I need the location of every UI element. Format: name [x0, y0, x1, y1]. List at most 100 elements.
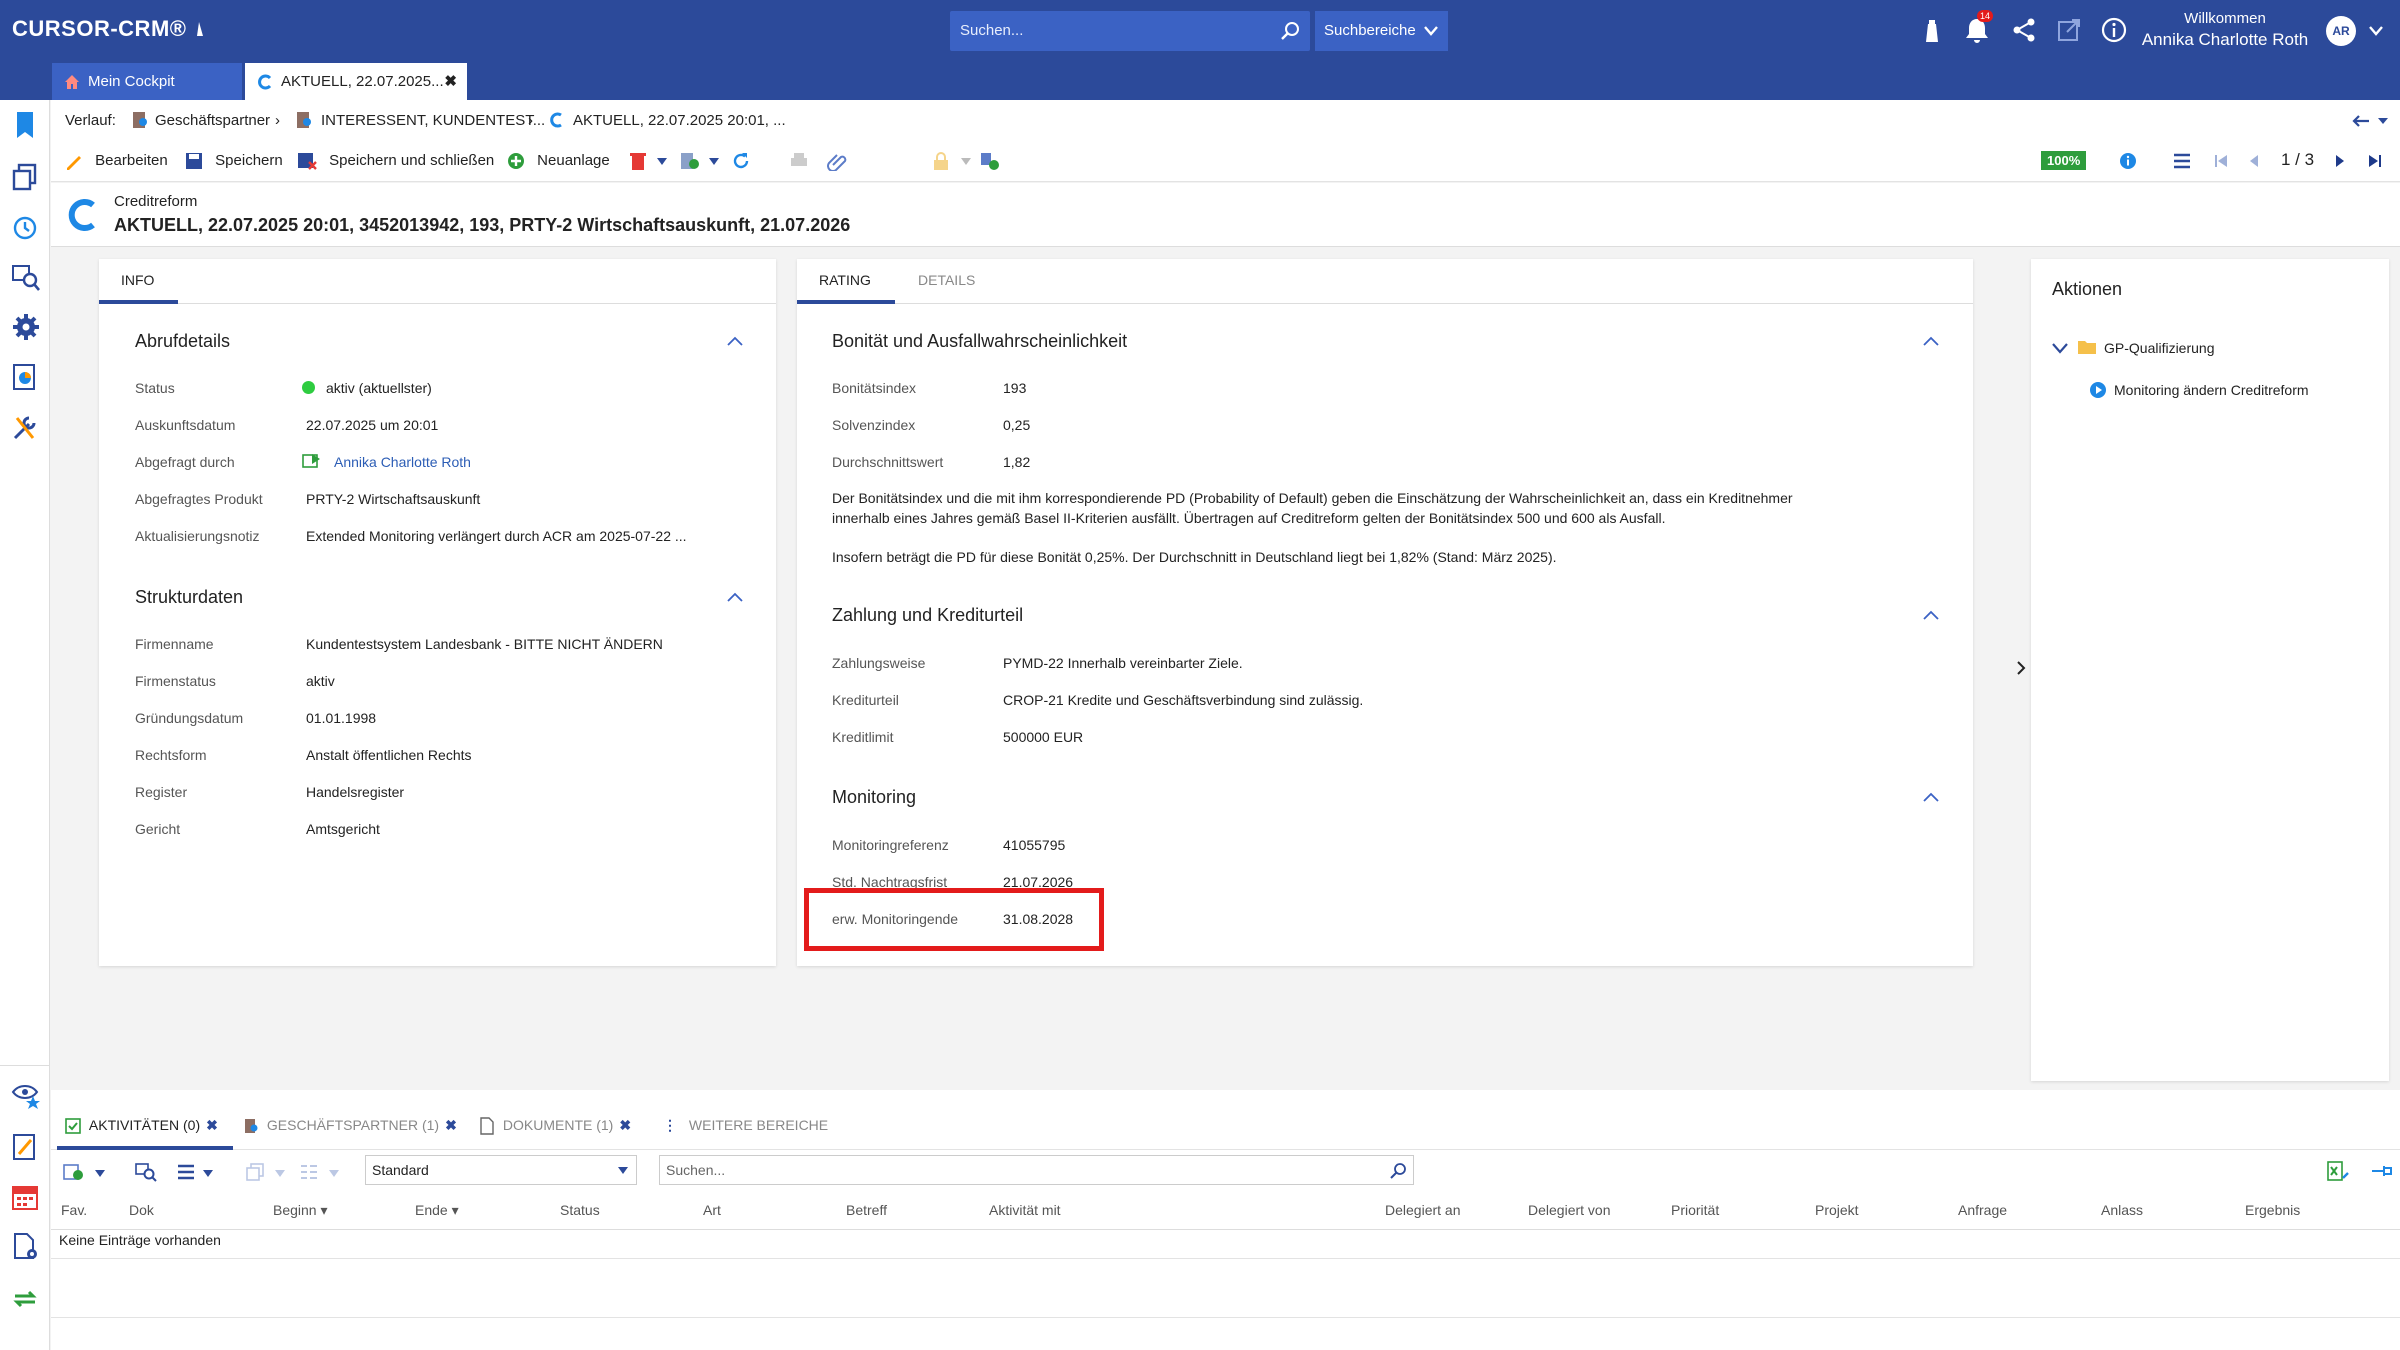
bookmark-icon[interactable]: [11, 110, 39, 140]
avatar[interactable]: AR: [2326, 16, 2356, 46]
add-document-icon[interactable]: [679, 151, 701, 171]
gear-icon[interactable]: [11, 312, 41, 342]
history-icon[interactable]: [11, 212, 39, 242]
view-select[interactable]: Standard: [365, 1155, 637, 1185]
tab-current-record[interactable]: AKTUELL, 22.07.2025... ✖: [245, 63, 467, 100]
tree-list-icon: [301, 1165, 317, 1179]
edit-button[interactable]: Bearbeiten: [65, 152, 168, 171]
caret-down-icon: [329, 1170, 339, 1177]
column-anfrage[interactable]: Anfrage: [1958, 1202, 2007, 1218]
column-delegiert-an[interactable]: Delegiert an: [1385, 1202, 1461, 1218]
creditreform-icon: [258, 74, 272, 90]
close-tab-icon[interactable]: ✖: [206, 1117, 218, 1133]
zoom-badge[interactable]: 100%: [2041, 151, 2087, 170]
search-records-icon[interactable]: [11, 262, 41, 292]
chevron-up-icon[interactable]: [727, 336, 743, 346]
close-tab-icon[interactable]: ✖: [444, 72, 457, 90]
column-status[interactable]: Status: [560, 1202, 600, 1218]
chevron-up-icon[interactable]: [1923, 610, 1939, 620]
expand-panel-chevron-icon[interactable]: [2015, 660, 2027, 676]
visibility-star-icon[interactable]: [11, 1080, 41, 1110]
export-excel-icon[interactable]: [2326, 1160, 2350, 1182]
chevron-up-icon[interactable]: [1923, 792, 1939, 802]
tab-aktivitaeten[interactable]: AKTIVITÄTEN (0) ✖: [65, 1117, 218, 1135]
list-menu-icon[interactable]: [2173, 153, 2191, 169]
breadcrumb-item-interessent[interactable]: INTERESSENT, KUNDENTEST...: [321, 112, 545, 129]
last-page-icon[interactable]: [2367, 153, 2383, 169]
caret-down-icon[interactable]: [657, 158, 667, 165]
chevron-down-icon[interactable]: [2052, 342, 2068, 354]
search-records-icon[interactable]: [135, 1162, 157, 1182]
breadcrumb-item-partner[interactable]: Geschäftspartner: [155, 112, 270, 129]
new-record-button[interactable]: Neuanlage: [507, 152, 610, 170]
tab-rating[interactable]: RATING: [819, 272, 871, 288]
save-button[interactable]: Speichern: [185, 152, 283, 170]
calendar-icon[interactable]: [11, 1182, 39, 1212]
chevron-up-icon[interactable]: [727, 592, 743, 602]
close-tab-icon[interactable]: ✖: [445, 1117, 457, 1133]
search-areas-dropdown[interactable]: Suchbereiche: [1315, 11, 1448, 51]
column-ende[interactable]: Ende ▾: [415, 1202, 459, 1219]
column-projekt[interactable]: Projekt: [1815, 1202, 1859, 1218]
column-ergebnis[interactable]: Ergebnis: [2245, 1202, 2300, 1218]
column-aktivitaet-mit[interactable]: Aktivität mit: [989, 1202, 1061, 1218]
refresh-icon[interactable]: [731, 151, 751, 171]
document-settings-icon[interactable]: [11, 1232, 41, 1262]
global-search-input[interactable]: Suchen...: [950, 11, 1310, 51]
chevron-up-icon[interactable]: [1923, 336, 1939, 346]
link-abgefragt-durch[interactable]: Annika Charlotte Roth: [334, 454, 471, 470]
search-icon[interactable]: [1280, 21, 1300, 41]
caret-down-icon[interactable]: [709, 158, 719, 165]
lighthouse-icon[interactable]: [1920, 16, 1944, 44]
tab-details[interactable]: DETAILS: [918, 272, 975, 288]
column-prioritaet[interactable]: Priorität: [1671, 1202, 1719, 1218]
app-logo[interactable]: CURSOR-CRM®: [12, 16, 205, 42]
report-chart-icon[interactable]: [11, 362, 39, 392]
copy-icon[interactable]: [11, 162, 39, 192]
field-label: Register: [135, 784, 188, 800]
tab-mein-cockpit[interactable]: Mein Cockpit: [52, 63, 242, 100]
workflow-icon[interactable]: [979, 151, 1001, 171]
tab-weitere-bereiche[interactable]: ⋮ WEITERE BEREICHE: [663, 1117, 828, 1134]
trash-icon[interactable]: [629, 151, 647, 171]
info-icon[interactable]: [2119, 152, 2137, 170]
edit-note-icon[interactable]: [11, 1132, 39, 1162]
column-art[interactable]: Art: [703, 1202, 721, 1218]
column-betreff[interactable]: Betreff: [846, 1202, 887, 1218]
column-fav[interactable]: Fav.: [61, 1202, 87, 1218]
column-anlass[interactable]: Anlass: [2101, 1202, 2143, 1218]
column-dok[interactable]: Dok: [129, 1202, 154, 1218]
pin-icon[interactable]: [2371, 1164, 2393, 1178]
column-delegiert-von[interactable]: Delegiert von: [1528, 1202, 1611, 1218]
info-icon[interactable]: [2100, 16, 2128, 44]
list-menu-icon[interactable]: [177, 1164, 195, 1180]
chevron-down-icon[interactable]: [2368, 24, 2384, 38]
sync-icon[interactable]: [11, 1284, 39, 1314]
breadcrumb-item-current[interactable]: AKTUELL, 22.07.2025 20:01, ...: [573, 112, 786, 129]
notifications-button[interactable]: 14: [1964, 10, 1994, 49]
caret-down-icon[interactable]: [203, 1170, 213, 1177]
chevron-right-icon: ›: [275, 112, 280, 129]
caret-down-icon[interactable]: [95, 1170, 105, 1177]
next-page-icon[interactable]: [2333, 153, 2347, 169]
add-activity-icon[interactable]: [63, 1162, 85, 1182]
back-arrow-icon[interactable]: [2351, 114, 2371, 128]
action-monitoring-aendern[interactable]: Monitoring ändern Creditreform: [2114, 382, 2309, 398]
rating-panel-tabs: RATING DETAILS: [797, 259, 1973, 304]
tab-geschaeftspartner[interactable]: GESCHÄFTSPARTNER (1) ✖: [243, 1117, 457, 1134]
field-value-solvenzindex: 0,25: [1003, 417, 1031, 433]
save-and-close-button[interactable]: Speichern und schließen: [297, 152, 494, 170]
attachment-icon[interactable]: [827, 151, 847, 171]
tab-dokumente[interactable]: DOKUMENTE (1) ✖: [479, 1117, 631, 1135]
search-icon[interactable]: [1389, 1162, 1407, 1180]
column-beginn[interactable]: Beginn ▾: [273, 1202, 328, 1219]
action-folder-gp-qualifizierung[interactable]: GP-Qualifizierung: [2104, 340, 2215, 356]
tools-icon[interactable]: [11, 412, 39, 442]
close-tab-icon[interactable]: ✖: [619, 1117, 631, 1133]
external-link-icon[interactable]: [2056, 16, 2082, 44]
welcome-block[interactable]: Willkommen Annika Charlotte Roth: [2130, 10, 2320, 50]
tab-info[interactable]: INFO: [121, 272, 154, 288]
related-search-input[interactable]: Suchen...: [659, 1155, 1414, 1185]
share-icon[interactable]: [2010, 16, 2038, 44]
caret-down-icon[interactable]: [2377, 117, 2389, 125]
